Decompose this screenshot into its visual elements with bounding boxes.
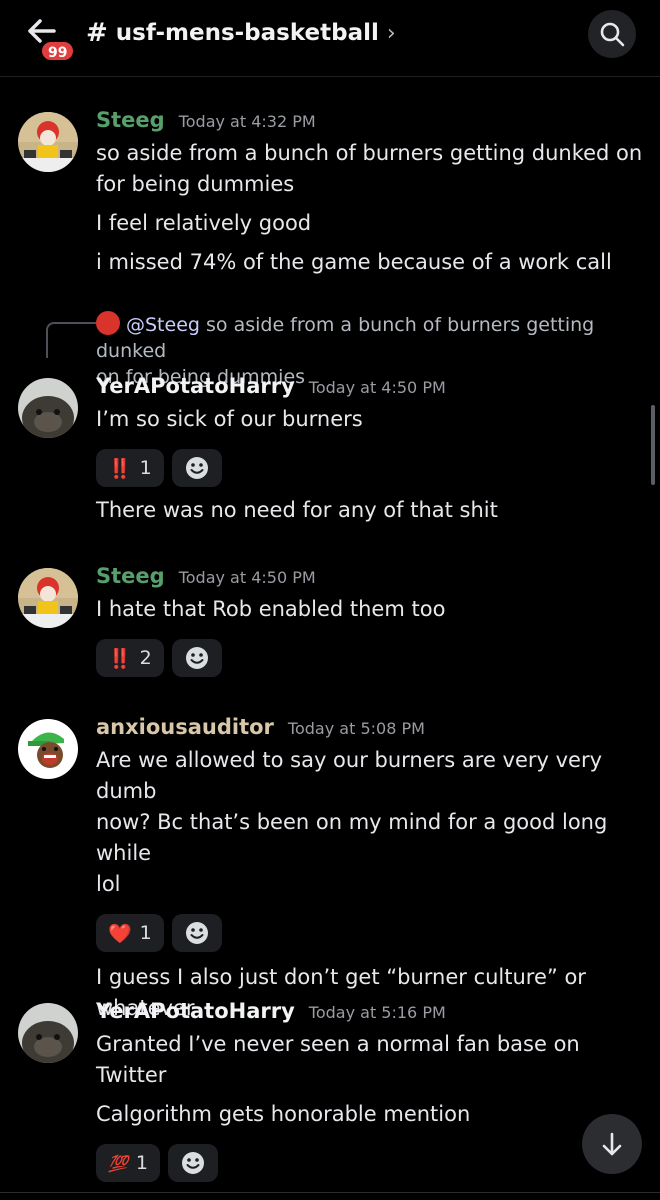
message-text: Granted I’ve never seen a normal fan bas… [96,1032,580,1087]
mcdonald-meme-avatar [18,568,78,628]
avatar[interactable] [18,568,78,628]
double-exclamation-icon: ‼️ [108,457,132,480]
avatar[interactable] [18,378,78,438]
seal-avatar [18,1003,78,1063]
author-name[interactable]: YerAPotatoHarry [96,374,295,398]
avatar[interactable] [18,112,78,172]
timestamp: Today at 4:50 PM [178,568,316,587]
message-text: I feel relatively good [96,211,312,235]
message-text: There was no need for any of that shit [96,498,498,522]
reply-avatar-icon [96,311,120,335]
channel-hash-icon: # [86,18,108,48]
hundred-points-icon: 💯 [108,1153,128,1173]
message-text: now? Bc that’s been on my mind for a goo… [96,810,608,865]
reaction-count: 1 [139,457,152,479]
reaction-chip[interactable]: ‼️ 1 [96,449,164,487]
reaction-bar: 💯 1 [96,1144,646,1182]
add-reaction-button[interactable] [171,639,222,677]
message-text: Calgorithm gets honorable mention [96,1102,471,1126]
double-exclamation-icon: ‼️ [108,647,132,670]
message-text: lol [96,872,121,896]
scroll-down-icon [602,1132,622,1156]
reaction-chip[interactable]: ‼️ 2 [96,639,164,677]
author-name[interactable]: anxiousauditor [96,715,274,739]
reply-mention: @Steeg [126,314,200,336]
jump-to-present-button[interactable] [582,1114,642,1174]
search-icon [600,22,625,47]
avatar[interactable] [18,1003,78,1063]
reaction-count: 1 [139,922,152,944]
timestamp: Today at 4:50 PM [308,378,446,397]
author-name[interactable]: Steeg [96,108,165,132]
cartoon-avatar [18,719,78,779]
add-reaction-icon [182,1152,205,1174]
channel-header: 99 # usf-mens-basketball › [0,0,660,77]
author-name[interactable]: Steeg [96,564,165,588]
chevron-right-icon: › [386,20,396,46]
reaction-count: 1 [135,1152,149,1174]
unread-badge: 99 [40,40,76,62]
add-reaction-button[interactable] [168,1144,219,1182]
reaction-bar: ❤️ 1 [96,914,646,952]
composer-divider [0,1192,660,1193]
channel-title[interactable]: # usf-mens-basketball › [86,18,396,48]
avatar[interactable] [18,719,78,779]
message-text: I guess I also just don’t get “burner cu… [96,965,586,989]
reaction-chip[interactable]: ❤️ 1 [96,914,164,952]
scrollbar[interactable] [651,405,655,485]
add-reaction-button[interactable] [171,914,222,952]
heart-icon: ❤️ [108,922,132,945]
message-text: for being dummies [96,172,295,196]
seal-avatar [18,378,78,438]
reaction-chip[interactable]: 💯 1 [96,1144,161,1182]
message-text: i missed 74% of the game because of a wo… [96,250,612,274]
channel-name: usf-mens-basketball [115,20,379,46]
search-button[interactable] [588,10,636,58]
timestamp: Today at 4:32 PM [178,112,316,131]
message-text: Are we allowed to say our burners are ve… [96,748,603,803]
add-reaction-button[interactable] [171,449,222,487]
author-name[interactable]: YerAPotatoHarry [96,999,295,1023]
reply-connector [46,322,96,358]
message-text: so aside from a bunch of burners getting… [96,141,643,165]
timestamp: Today at 5:08 PM [287,719,425,738]
message-text: I hate that Rob enabled them too [96,597,446,621]
message-text: I’m so sick of our burners [96,407,363,431]
add-reaction-icon [185,647,208,669]
mcdonald-meme-avatar [18,112,78,172]
timestamp: Today at 5:16 PM [308,1003,446,1022]
add-reaction-icon [185,922,208,944]
reaction-bar: ‼️ 1 [96,449,646,487]
reaction-bar: ‼️ 2 [96,639,646,677]
add-reaction-icon [185,457,208,479]
reaction-count: 2 [139,647,152,669]
